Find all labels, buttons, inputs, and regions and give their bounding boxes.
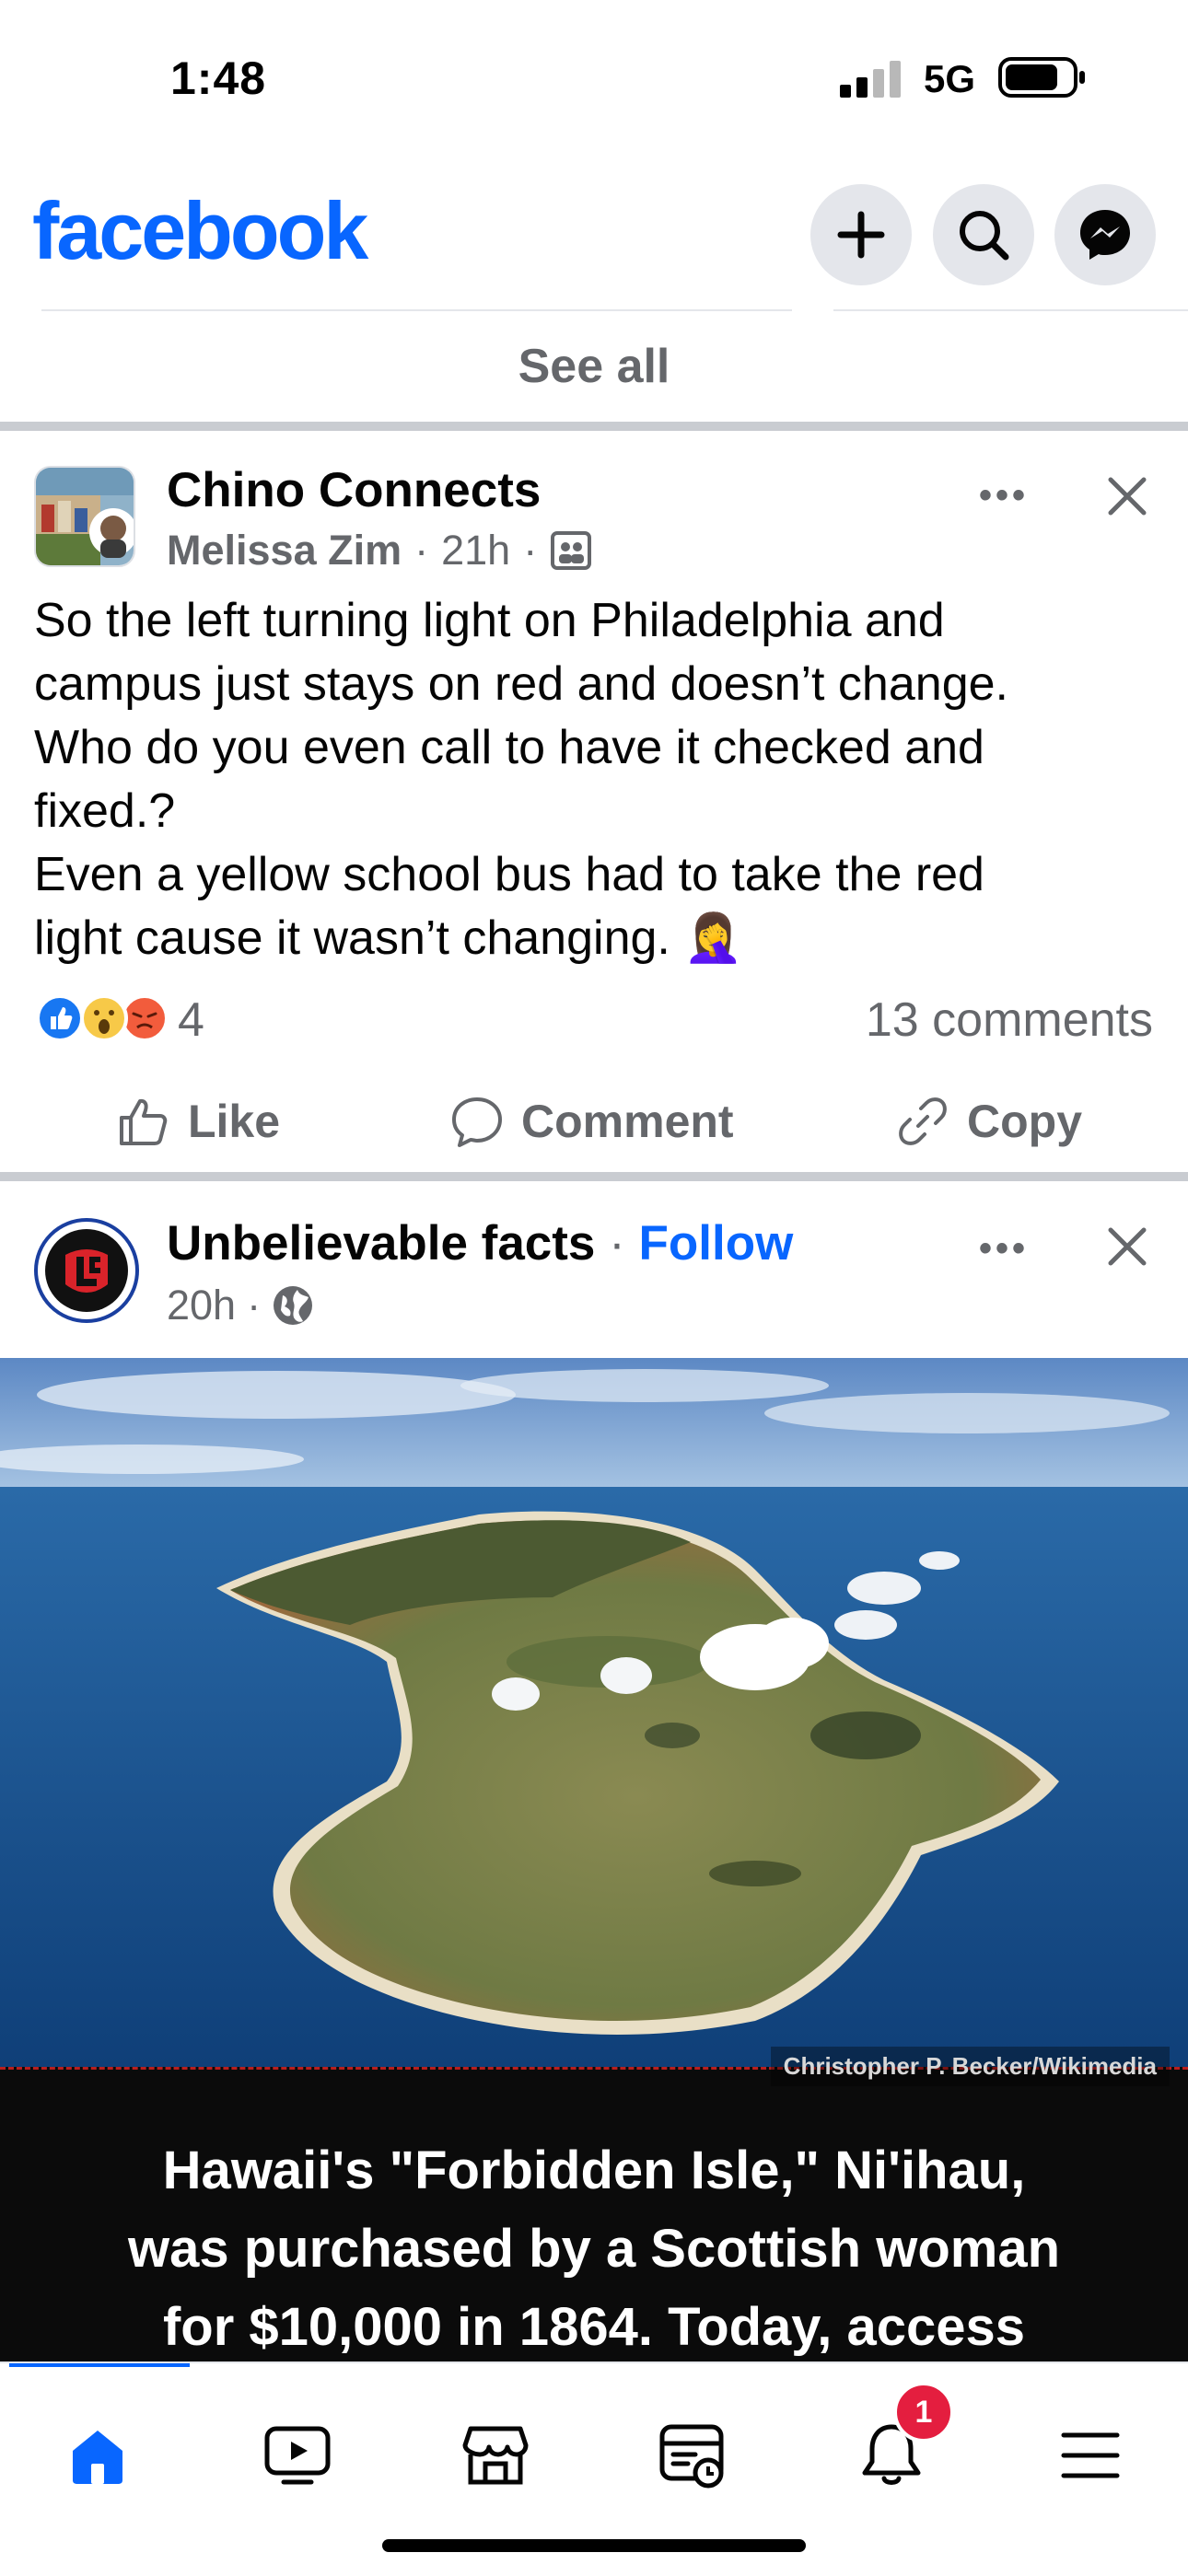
caption-line: for $10,000 in 1864. Today, access [162,2297,1026,2357]
meta-separator-dot: · [247,1282,262,1329]
comment-label: Comment [521,1096,734,1147]
image-credit: Christopher P. Becker/Wikimedia [770,2047,1170,2086]
post-meta: Melissa Zim · 21h · [167,527,592,574]
nav-marketplace[interactable] [449,2409,542,2501]
hide-post-close-icon[interactable] [1105,474,1149,518]
feed-divider [0,1172,1188,1181]
post-time[interactable]: 21h [441,527,510,574]
nav-feeds[interactable] [646,2409,739,2501]
post-text-line: light cause it wasn’t changing. 🤦‍♀️ [34,911,744,965]
page-header: Unbelievable facts · Follow [167,1215,793,1271]
reaction-icons[interactable] [34,992,172,1044]
angry-reaction-icon [121,994,169,1042]
reaction-count[interactable]: 4 [178,992,204,1048]
group-name[interactable]: Chino Connects [167,462,541,518]
post-time[interactable]: 20h [167,1282,236,1329]
status-time: 1:48 [170,52,267,104]
post-text-line: Who do you even call to have it checked … [34,721,984,774]
battery-icon [998,57,1085,98]
hamburger-menu-icon [1061,2432,1120,2478]
search-icon [960,211,1009,261]
public-globe-icon [274,1286,313,1325]
network-type: 5G [924,57,976,100]
comment-icon [452,1097,502,1147]
home-indicator [382,2539,806,2552]
like-button[interactable]: Like [116,1094,280,1149]
marketplace-icon [462,2426,529,2485]
post-text-line: Even a yellow school bus had to take the… [34,848,984,901]
group-audience-icon [551,531,592,570]
messenger-icon [1080,210,1130,260]
link-icon [899,1097,947,1145]
image-caption: Hawaii's "Forbidden Isle," Ni'ihau, was … [0,2131,1188,2361]
comments-count[interactable]: 13 comments [866,992,1153,1048]
search-button[interactable] [933,184,1034,285]
header-separator-dot: · [609,1216,639,1271]
unbelievable-facts-logo [45,1229,128,1312]
like-label: Like [188,1096,281,1147]
copy-button[interactable]: Copy [895,1094,1082,1149]
home-icon [73,2431,122,2484]
see-all-stories-button[interactable]: See all [0,339,1188,394]
post-image[interactable]: Christopher P. Becker/Wikimedia Hawaii's… [0,1358,1188,2361]
caption-line: was purchased by a Scottish woman [127,2219,1061,2279]
create-button[interactable] [810,184,912,285]
like-reaction-icon [36,994,84,1042]
post-body: So the left turning light on Philadelphi… [34,589,1167,970]
cellular-signal-icon [840,61,901,98]
group-avatar-image [36,468,134,565]
follow-button[interactable]: Follow [639,1216,794,1271]
wow-reaction-icon [80,994,128,1042]
story-card-edge [41,304,792,311]
post-text-line: fixed.? [34,784,176,838]
post-meta: 20h · [167,1282,314,1329]
hide-post-close-icon[interactable] [1105,1224,1149,1269]
messenger-button[interactable] [1054,184,1156,285]
caption-line: Hawaii's "Forbidden Isle," Ni'ihau, [162,2141,1026,2200]
post-text-line: campus just stays on red and doesn’t cha… [34,657,1008,711]
feeds-icon [659,2424,724,2489]
active-tab-indicator [9,2363,190,2367]
meta-separator-dot: · [414,527,429,574]
post-options-button[interactable]: ••• [979,1228,1029,1270]
nav-video[interactable] [251,2409,344,2501]
facebook-logo[interactable]: facebook [32,184,368,278]
page-avatar[interactable] [34,1218,139,1323]
island-aerial-photo [0,1358,1188,2067]
group-avatar[interactable] [34,466,135,567]
post-text-line: So the left turning light on Philadelphi… [34,594,945,647]
copy-label: Copy [967,1096,1082,1147]
post-options-button[interactable]: ••• [979,475,1029,516]
post-author[interactable]: Melissa Zim [167,527,402,574]
comment-button[interactable]: Comment [449,1094,734,1149]
feed-divider [0,422,1188,431]
nav-menu[interactable] [1044,2409,1136,2501]
nav-home[interactable] [52,2409,144,2501]
meta-separator-dot: · [523,527,538,574]
notification-badge: 1 [893,2382,954,2443]
plus-icon [837,211,885,259]
story-card-edge [833,304,1188,311]
page-name[interactable]: Unbelievable facts [167,1216,595,1271]
video-icon [264,2426,331,2485]
thumbs-up-icon [120,1098,168,1145]
